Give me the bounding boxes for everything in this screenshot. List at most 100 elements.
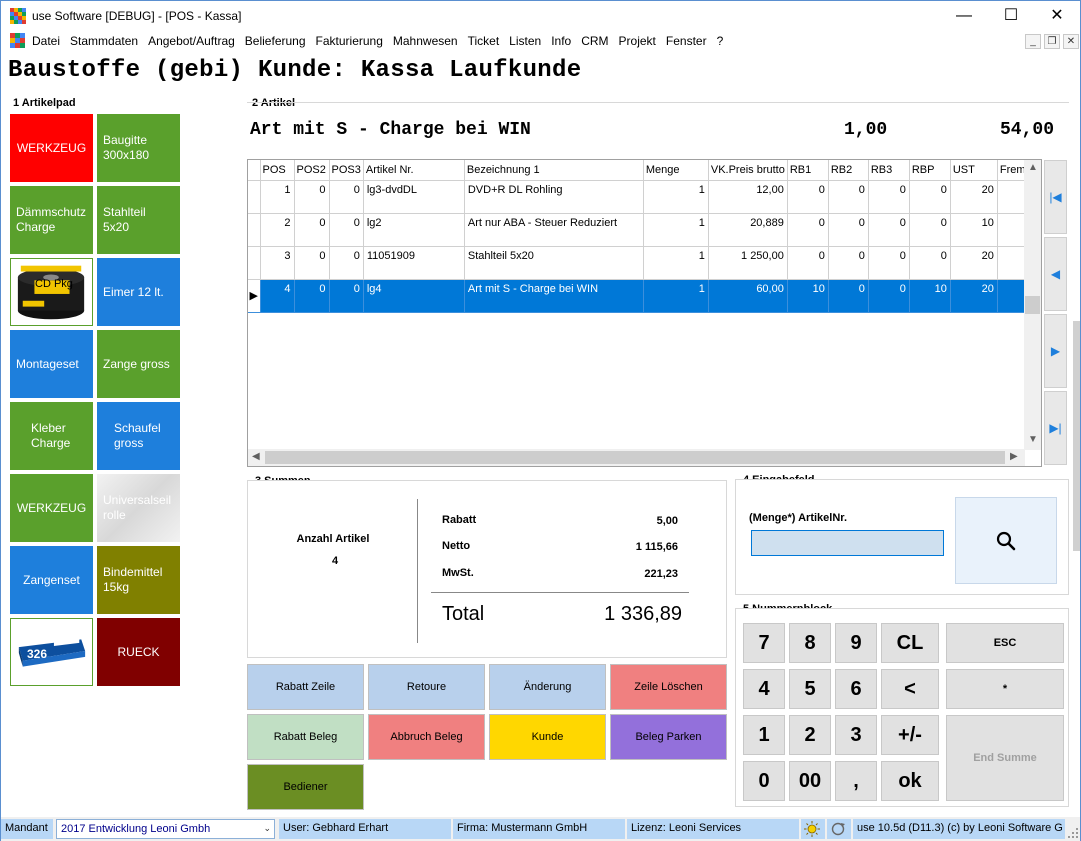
table-cell[interactable]: lg3-dvdDL [363,180,465,214]
table-cell[interactable]: 1 [643,279,709,313]
table-cell[interactable]: 0 [329,246,364,280]
row-header[interactable] [248,213,261,247]
column-header[interactable]: POS2 [294,160,330,181]
table-cell[interactable]: 1 [643,180,709,214]
table-cell[interactable]: 0 [294,180,330,214]
key-plus-minus[interactable]: +/- [881,715,939,755]
table-cell[interactable]: 0 [294,279,330,313]
rabatt-beleg-button[interactable]: Rabatt Beleg [247,714,364,760]
maximize-button[interactable]: ☐ [988,1,1034,31]
artikel-input[interactable] [751,530,944,556]
key-3[interactable]: 3 [835,715,877,755]
mdi-close-button[interactable]: ✕ [1063,34,1079,49]
menu-datei[interactable]: Datei [32,34,60,48]
tile-rueck[interactable]: RUECK [97,618,180,686]
key-00[interactable]: 00 [789,761,831,801]
key-6[interactable]: 6 [835,669,877,709]
table-cell[interactable]: 0 [329,213,364,247]
mdi-child-icon[interactable] [10,33,26,49]
scroll-left-icon[interactable]: ◀ [252,451,260,462]
tile-toner-326[interactable]: 326 [10,618,93,686]
table-cell[interactable]: 10 [787,279,829,313]
row-header[interactable]: ▶ [248,279,261,313]
column-header[interactable]: VK.Preis brutto [708,160,788,181]
close-button[interactable]: ✕ [1034,1,1080,31]
tile-zange-gross[interactable]: Zange gross [97,330,180,398]
scroll-up-icon[interactable]: ▲ [1028,162,1038,173]
retoure-button[interactable]: Retoure [368,664,485,710]
tile-universalseilrolle[interactable]: Universalseilrolle [97,474,180,542]
tile-baugitte[interactable]: Baugitte 300x180 [97,114,180,182]
table-cell[interactable]: 0 [909,180,951,214]
mdi-restore-button[interactable]: ❐ [1044,34,1060,49]
star-button[interactable]: * [946,669,1064,709]
beleg-parken-button[interactable]: Beleg Parken [610,714,727,760]
nav-prev-button[interactable]: ◀ [1044,237,1067,311]
scroll-thumb[interactable] [265,451,1005,464]
menu-ticket[interactable]: Ticket [468,34,500,48]
table-cell[interactable]: 10 [909,279,951,313]
table-cell[interactable]: 0 [787,213,829,247]
bediener-button[interactable]: Bediener [247,764,364,810]
table-cell[interactable]: 0 [868,279,910,313]
search-button[interactable] [955,497,1057,584]
esc-button[interactable]: ESC [946,623,1064,663]
sun-icon[interactable] [801,819,825,839]
table-cell[interactable]: Art mit S - Charge bei WIN [464,279,644,313]
abbruch-beleg-button[interactable]: Abbruch Beleg [368,714,485,760]
tile-kleber[interactable]: Kleber Charge [10,402,93,470]
table-cell[interactable]: 1 [643,213,709,247]
key-8[interactable]: 8 [789,623,831,663]
table-cell[interactable]: DVD+R DL Rohling [464,180,644,214]
table-cell[interactable]: 0 [787,180,829,214]
table-cell[interactable]: 3 [260,246,295,280]
table-cell[interactable]: 0 [868,180,910,214]
key-ok[interactable]: ok [881,761,939,801]
table-row[interactable]: ▶ 4 0 0 lg4 Art mit S - Charge bei WIN 1 60,00 1… [248,279,1029,313]
tile-schaufel[interactable]: Schaufel gross [97,402,180,470]
table-cell[interactable]: Stahlteil 5x20 [464,246,644,280]
key-5[interactable]: 5 [789,669,831,709]
column-header[interactable]: RBP [909,160,951,181]
key-1[interactable]: 1 [743,715,785,755]
nav-next-button[interactable]: ▶ [1044,314,1067,388]
nav-last-button[interactable]: ▶| [1044,391,1067,465]
column-header[interactable]: RB2 [828,160,869,181]
key-0[interactable]: 0 [743,761,785,801]
column-header[interactable]: Artikel Nr. [363,160,465,181]
column-header[interactable]: RB3 [868,160,910,181]
minimize-button[interactable]: — [941,1,987,31]
key-7[interactable]: 7 [743,623,785,663]
table-row[interactable]: 1 0 0 lg3-dvdDL DVD+R DL Rohling 1 12,00 0 0 0 0 20 [248,180,1029,214]
column-header[interactable]: RB1 [787,160,829,181]
table-cell[interactable]: 0 [868,213,910,247]
key-9[interactable]: 9 [835,623,877,663]
key-2[interactable]: 2 [789,715,831,755]
table-cell[interactable]: 0 [329,180,364,214]
window-scrollbar[interactable] [1073,321,1080,551]
tile-zangenset[interactable]: Zangenset [10,546,93,614]
row-header[interactable] [248,246,261,280]
menu-info[interactable]: Info [551,34,571,48]
table-cell[interactable]: lg2 [363,213,465,247]
menu-angebot-auftrag[interactable]: Angebot/Auftrag [148,34,235,48]
tile-daemmschutz[interactable]: Dämmschutz Charge [10,186,93,254]
resize-grip-icon[interactable] [1067,827,1079,839]
sync-icon[interactable] [827,819,851,839]
table-cell[interactable]: 4 [260,279,295,313]
aenderung-button[interactable]: Änderung [489,664,606,710]
scroll-right-icon[interactable]: ▶ [1010,451,1018,462]
menu-belieferung[interactable]: Belieferung [245,34,306,48]
table-cell[interactable]: 0 [329,279,364,313]
tile-werkzeug-2[interactable]: WERKZEUG [10,474,93,542]
menu-stammdaten[interactable]: Stammdaten [70,34,138,48]
table-cell[interactable]: 1 [643,246,709,280]
table-cell[interactable]: 1 [260,180,295,214]
table-cell[interactable]: 0 [828,213,869,247]
mandant-select[interactable]: 2017 Entwicklung Leoni Gmbh ⌄ [56,819,275,839]
nav-first-button[interactable]: |◀ [1044,160,1067,234]
key-4[interactable]: 4 [743,669,785,709]
tile-montageset[interactable]: Montageset [10,330,93,398]
column-header[interactable]: UST [950,160,998,181]
table-cell[interactable]: 0 [909,213,951,247]
